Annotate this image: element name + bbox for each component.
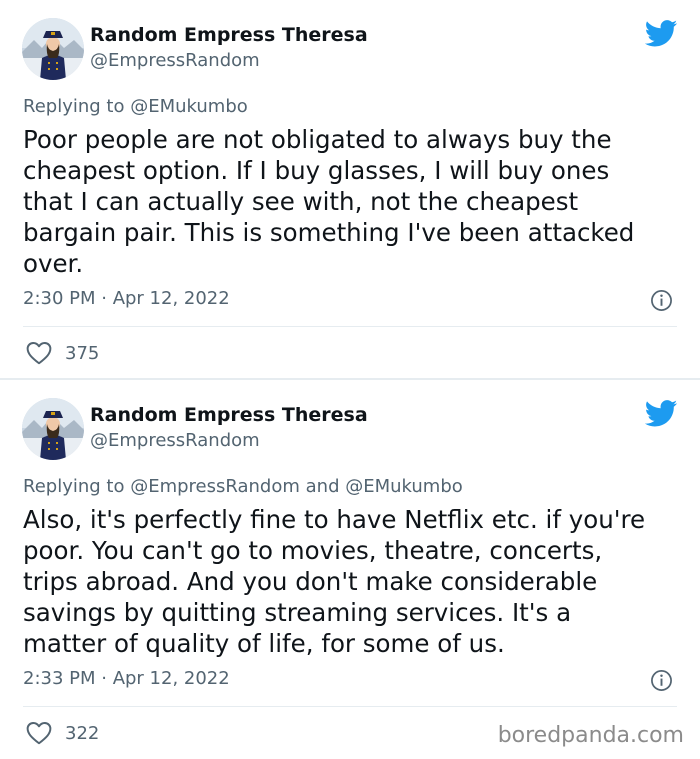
tweet-text: Also, it's perfectly fine to have Netfli… — [23, 505, 646, 658]
reply-mentions[interactable]: @EMukumbo — [130, 96, 248, 117]
reply-mentions[interactable]: @EmpressRandom and @EMukumbo — [130, 476, 463, 497]
info-icon[interactable] — [650, 289, 673, 312]
like-button[interactable]: 322 — [26, 721, 99, 745]
info-icon[interactable] — [650, 669, 673, 692]
tweet-card: Random Empress Theresa @EmpressRandom Re… — [0, 0, 700, 378]
reply-prefix: Replying to — [23, 96, 125, 117]
twitter-bird-icon[interactable] — [644, 20, 678, 47]
tweet-screenshot: Random Empress Theresa @EmpressRandom Re… — [0, 0, 700, 759]
like-count: 322 — [65, 722, 100, 744]
tweet-timestamp[interactable]: 2:33 PM · Apr 12, 2022 — [23, 668, 230, 689]
twitter-bird-icon[interactable] — [644, 400, 678, 427]
avatar[interactable] — [22, 18, 84, 80]
user-handle[interactable]: @EmpressRandom — [90, 50, 260, 71]
display-name[interactable]: Random Empress Theresa — [90, 404, 368, 426]
divider — [23, 706, 677, 707]
watermark: boredpanda.com — [497, 723, 684, 748]
reply-context: Replying to @EMukumbo — [23, 96, 248, 117]
tweet-card: Random Empress Theresa @EmpressRandom Re… — [0, 380, 700, 759]
like-count: 375 — [65, 342, 100, 364]
reply-prefix: Replying to — [23, 476, 125, 497]
reply-context: Replying to @EmpressRandom and @EMukumbo — [23, 476, 463, 497]
like-button[interactable]: 375 — [26, 341, 99, 365]
heart-icon — [26, 722, 52, 745]
divider — [23, 326, 677, 327]
user-handle[interactable]: @EmpressRandom — [90, 430, 260, 451]
tweet-timestamp[interactable]: 2:30 PM · Apr 12, 2022 — [23, 288, 230, 309]
tweet-text: Poor people are not obligated to always … — [23, 125, 635, 278]
avatar[interactable] — [22, 398, 84, 460]
heart-icon — [26, 342, 52, 365]
display-name[interactable]: Random Empress Theresa — [90, 24, 368, 46]
